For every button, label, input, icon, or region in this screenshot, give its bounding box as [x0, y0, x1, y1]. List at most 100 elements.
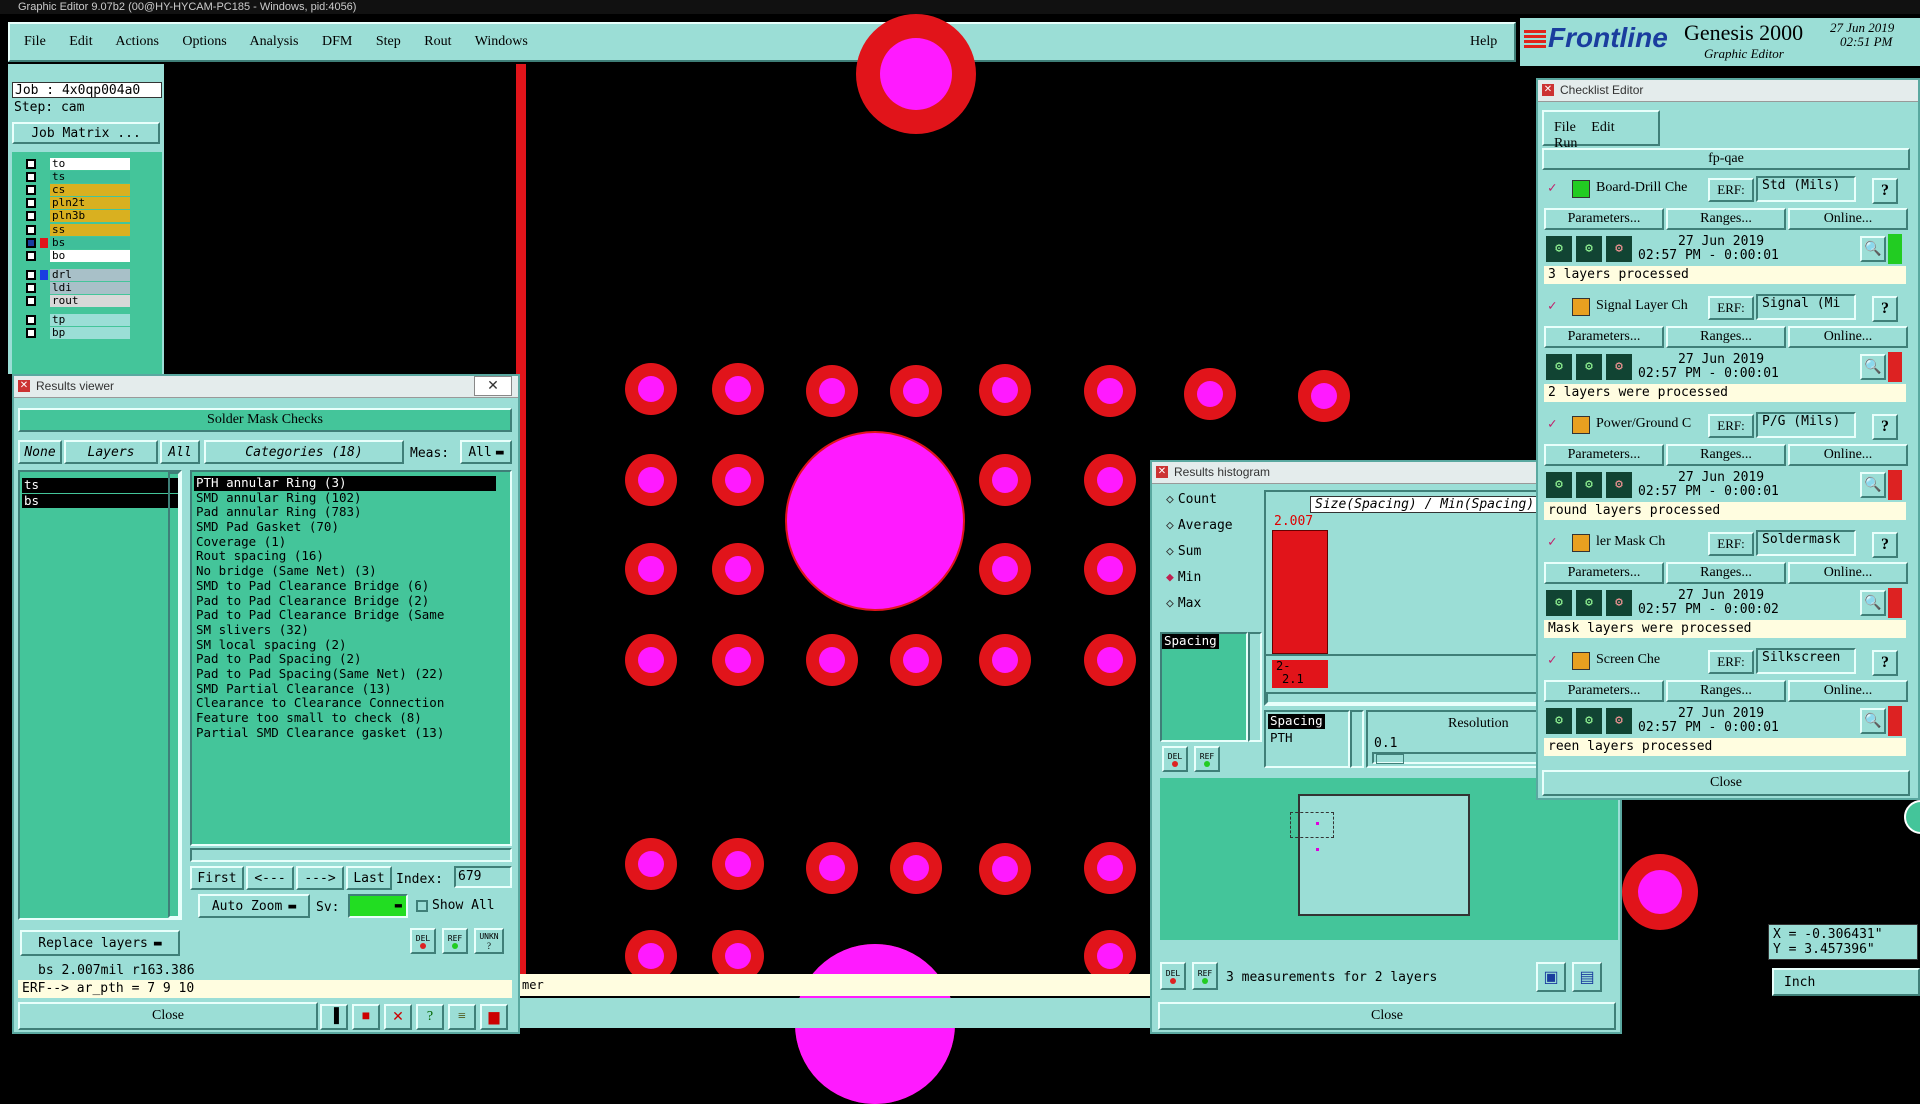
ranges-button[interactable]: Ranges...	[1666, 680, 1786, 702]
replace-layers-dropdown[interactable]: Replace layers ▬	[20, 930, 180, 956]
check-mark-icon[interactable]: ✓	[1548, 298, 1556, 314]
checklist-item-name[interactable]: ler Mask Ch	[1596, 534, 1708, 550]
unknown-button[interactable]: UNKN?	[474, 928, 504, 954]
parameters-button[interactable]: Parameters...	[1544, 326, 1664, 348]
all-button[interactable]: All	[160, 440, 200, 464]
parameters-button[interactable]: Parameters...	[1544, 208, 1664, 230]
meas-dropdown[interactable]: All ▬	[460, 440, 512, 464]
category-item[interactable]: Coverage (1)	[194, 535, 496, 550]
category-item[interactable]: Pad annular Ring (783)	[194, 505, 496, 520]
import-icon[interactable]: ▤	[1572, 962, 1602, 992]
run-icon[interactable]: ⚙	[1606, 708, 1632, 734]
zoom-icon[interactable]: 🔍	[1860, 236, 1886, 262]
run-icon[interactable]: ⚙	[1576, 354, 1602, 380]
run-icon[interactable]: ⚙	[1606, 236, 1632, 262]
results-close-button[interactable]: Close	[18, 1002, 318, 1030]
run-icon[interactable]: ⚙	[1606, 354, 1632, 380]
menu-step[interactable]: Step	[376, 34, 401, 49]
menu-edit[interactable]: Edit	[69, 34, 92, 49]
layer-checkbox[interactable]	[26, 238, 36, 248]
category-item[interactable]: SMD Partial Clearance (13)	[194, 682, 496, 697]
run-icon[interactable]: ⚙	[1606, 590, 1632, 616]
list-item[interactable]: bs	[22, 493, 178, 509]
run-icon[interactable]: ⚙	[1546, 354, 1572, 380]
parameters-button[interactable]: Parameters...	[1544, 562, 1664, 584]
help-icon[interactable]: ?	[1872, 650, 1898, 676]
category-item[interactable]: Feature too small to check (8)	[194, 711, 496, 726]
run-icon[interactable]: ⚙	[1546, 590, 1572, 616]
category-item[interactable]: Pad to Pad Spacing (2)	[194, 652, 496, 667]
histogram-right-list[interactable]: Spacing PTH	[1264, 710, 1350, 768]
zoom-icon[interactable]: 🔍	[1860, 590, 1886, 616]
run-icon[interactable]: ⚙	[1606, 472, 1632, 498]
layer-checkbox[interactable]	[26, 172, 36, 182]
hist-ref-button[interactable]: REF	[1194, 746, 1220, 772]
layer-row[interactable]: ldi	[22, 282, 158, 294]
layer-checkbox[interactable]	[26, 185, 36, 195]
parameters-button[interactable]: Parameters...	[1544, 680, 1664, 702]
layer-checkbox[interactable]	[26, 211, 36, 221]
layer-row[interactable]: drl	[22, 269, 158, 281]
export-icon[interactable]: ▣	[1536, 962, 1566, 992]
zoom-icon[interactable]: 🔍	[1860, 354, 1886, 380]
list-icon[interactable]: ≡	[448, 1004, 476, 1030]
list-item[interactable]: ts	[22, 477, 178, 493]
ranges-button[interactable]: Ranges...	[1666, 208, 1786, 230]
layer-checkbox[interactable]	[26, 328, 36, 338]
ref-button[interactable]: REF	[442, 928, 468, 954]
histogram-right-scroll[interactable]	[1350, 710, 1364, 768]
preview-frame[interactable]	[1290, 794, 1470, 916]
menu-file[interactable]: File	[24, 34, 46, 49]
hist-ref-button-2[interactable]: REF	[1192, 962, 1218, 990]
histogram-option[interactable]: ◆ Min	[1166, 570, 1201, 585]
layer-checkbox[interactable]	[26, 159, 36, 169]
checklist-item-name[interactable]: Board-Drill Che	[1596, 180, 1708, 196]
histogram-option[interactable]: ◇ Sum	[1166, 544, 1201, 559]
zoom-icon[interactable]: 🔍	[1860, 472, 1886, 498]
menu-help[interactable]: Help	[1470, 34, 1497, 50]
category-item[interactable]: No bridge (Same Net) (3)	[194, 564, 496, 579]
category-item[interactable]: SM slivers (32)	[194, 623, 496, 638]
layer-checkbox[interactable]	[26, 225, 36, 235]
checklist-item-name[interactable]: Screen Che	[1596, 652, 1708, 668]
menu-edit[interactable]: Edit	[1591, 120, 1614, 135]
layer-row[interactable]: rout	[22, 295, 158, 307]
checklist-item-name[interactable]: Power/Ground C	[1596, 416, 1708, 432]
check-mark-icon[interactable]: ✓	[1548, 652, 1556, 668]
help-icon[interactable]: ?	[1872, 414, 1898, 440]
checklist-close-button[interactable]: Close	[1542, 770, 1910, 796]
check-mark-icon[interactable]: ✓	[1548, 416, 1556, 432]
layer-row[interactable]: ss	[22, 224, 158, 236]
category-item[interactable]: Pad to Pad Clearance Bridge (2)	[194, 594, 496, 609]
ranges-button[interactable]: Ranges...	[1666, 444, 1786, 466]
help-icon[interactable]: ?	[1872, 296, 1898, 322]
online-button[interactable]: Online...	[1788, 680, 1908, 702]
layer-checkbox[interactable]	[26, 283, 36, 293]
last-button[interactable]: Last	[346, 866, 392, 890]
del-button[interactable]: DEL	[410, 928, 436, 954]
menu-dfm[interactable]: DFM	[322, 34, 352, 49]
menu-actions[interactable]: Actions	[115, 34, 159, 49]
histogram-bar[interactable]	[1272, 530, 1328, 654]
layer-row[interactable]: cs	[22, 184, 158, 196]
run-icon[interactable]: ⚙	[1576, 590, 1602, 616]
categories-listbox[interactable]: PTH annular Ring (3) SMD annular Ring (10…	[190, 470, 512, 846]
category-item[interactable]: Pad to Pad Spacing(Same Net) (22)	[194, 667, 496, 682]
layer-checkbox[interactable]	[26, 198, 36, 208]
histogram-left-list[interactable]: Spacing	[1160, 632, 1248, 742]
ranges-button[interactable]: Ranges...	[1666, 562, 1786, 584]
layer-row[interactable]: pln3b	[22, 210, 158, 222]
list-item[interactable]: PTH	[1266, 730, 1348, 746]
layer-checkbox[interactable]	[26, 315, 36, 325]
parameters-button[interactable]: Parameters...	[1544, 444, 1664, 466]
menu-options[interactable]: Options	[182, 34, 226, 49]
category-item[interactable]: SMD Pad Gasket (70)	[194, 520, 496, 535]
layer-row[interactable]: ts	[22, 171, 158, 183]
check-mark-icon[interactable]: ✓	[1548, 180, 1556, 196]
zoom-icon[interactable]: 🔍	[1860, 708, 1886, 734]
menu-analysis[interactable]: Analysis	[250, 34, 299, 49]
layer-row[interactable]: pln2t	[22, 197, 158, 209]
run-icon[interactable]: ⚙	[1576, 708, 1602, 734]
run-icon[interactable]: ⚙	[1546, 708, 1572, 734]
help-icon[interactable]: ?	[1872, 178, 1898, 204]
